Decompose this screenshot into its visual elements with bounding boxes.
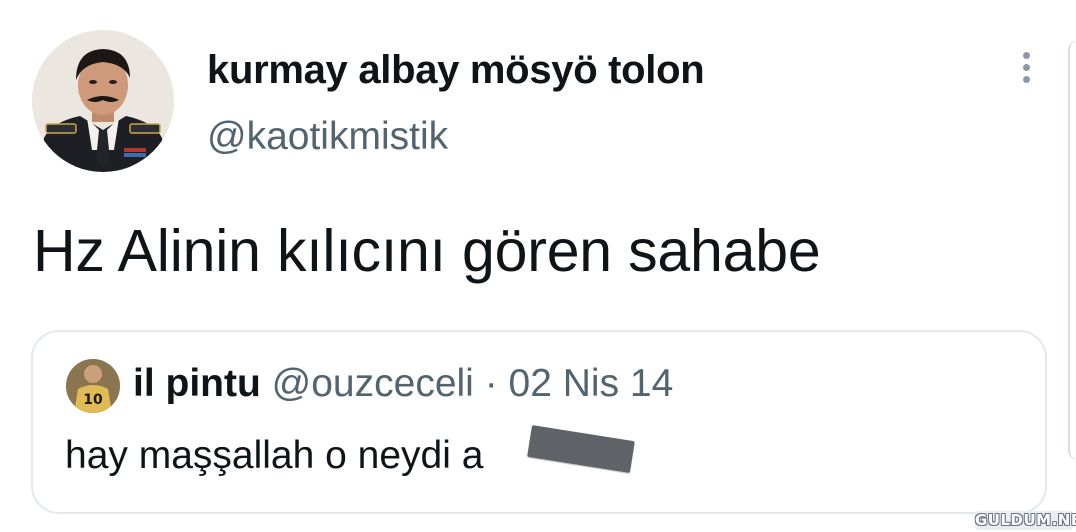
- adjacent-card-edge: [1068, 40, 1076, 460]
- header-separator: ·: [484, 362, 498, 405]
- tweet-text: Hz Alinin kılıcını gören sahabe: [33, 218, 821, 284]
- quoted-tweet-date[interactable]: 02 Nis 14: [509, 362, 674, 405]
- redaction-bar: [527, 425, 635, 473]
- avatar-portrait: [32, 30, 174, 172]
- more-vertical-icon[interactable]: [1014, 52, 1038, 92]
- tweet-screenshot: kurmay albay mösyö tolon @kaotikmistik H…: [0, 0, 1076, 532]
- quoted-author-name[interactable]: il pintu: [133, 362, 261, 405]
- quoted-tweet-card[interactable]: 10 il pintu @ouzceceli · 02 Nis 14 hay m…: [31, 330, 1047, 514]
- more-dot: [1022, 64, 1030, 71]
- quoted-author-handle[interactable]: @ouzceceli: [272, 362, 474, 405]
- author-avatar[interactable]: [32, 30, 174, 172]
- quoted-tweet-header: il pintu @ouzceceli · 02 Nis 14: [133, 362, 673, 406]
- more-dot: [1022, 76, 1030, 83]
- svg-text:10: 10: [83, 392, 103, 408]
- author-handle[interactable]: @kaotikmistik: [207, 115, 448, 159]
- site-watermark: GULDUM.NET: [975, 511, 1076, 530]
- author-display-name[interactable]: kurmay albay mösyö tolon: [207, 48, 705, 93]
- quoted-author-avatar[interactable]: 10: [66, 359, 120, 413]
- quoted-tweet-text: hay maşşallah o neydi a: [65, 434, 484, 477]
- quoted-avatar-image: 10: [66, 359, 120, 413]
- more-dot: [1022, 52, 1030, 59]
